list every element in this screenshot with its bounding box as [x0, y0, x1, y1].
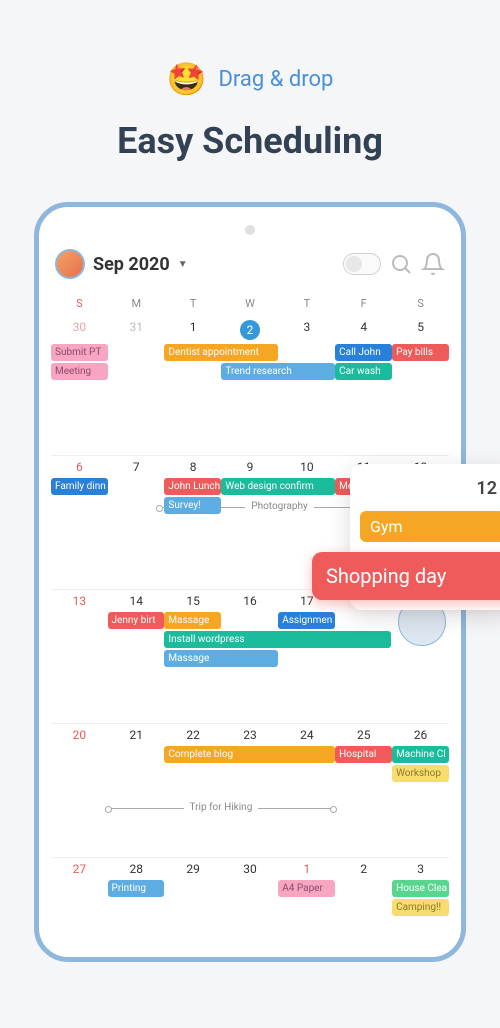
- month-title[interactable]: Sep 2020: [93, 254, 170, 275]
- event-paybills[interactable]: Pay bills: [392, 344, 449, 361]
- event-massage1[interactable]: Massage: [164, 612, 221, 629]
- popover-date: 12: [360, 474, 500, 503]
- event-john-lunch[interactable]: John Lunch: [164, 478, 221, 495]
- event-massage2[interactable]: Massage: [164, 650, 277, 667]
- event-webdesign[interactable]: Web design confirm: [221, 478, 334, 495]
- search-icon[interactable]: [389, 252, 413, 276]
- event-hospital[interactable]: Hospital: [335, 746, 392, 763]
- event-house[interactable]: House Clea: [392, 880, 449, 897]
- event-meeting[interactable]: Meeting: [51, 363, 108, 380]
- event-blog[interactable]: Complete blog: [164, 746, 334, 763]
- event-survey[interactable]: Survey!: [164, 497, 221, 514]
- event-a4paper[interactable]: A4 Paper: [278, 880, 335, 897]
- event-dentist[interactable]: Dentist appointment: [164, 344, 277, 361]
- tagline: Drag & drop: [218, 67, 333, 92]
- avatar[interactable]: [55, 249, 85, 279]
- page-title: Easy Scheduling: [0, 120, 500, 162]
- event-call-john[interactable]: Call John: [335, 344, 392, 361]
- camera-dot: [245, 225, 255, 235]
- span-hiking[interactable]: Trip for Hiking: [108, 808, 335, 822]
- event-family-dinner[interactable]: Family dinn: [51, 478, 108, 495]
- event-jenny[interactable]: Jenny birt: [108, 612, 165, 629]
- popover-event-gym[interactable]: Gym: [360, 511, 500, 542]
- week-4-dates[interactable]: 27282930123: [51, 858, 449, 880]
- day-headers: SMTWTFS: [51, 291, 449, 316]
- bell-icon[interactable]: [421, 252, 445, 276]
- event-assignment[interactable]: Assignmen: [278, 612, 335, 629]
- popover-event-shopping[interactable]: Shopping day: [312, 552, 500, 600]
- event-machine[interactable]: Machine Cl: [392, 746, 449, 763]
- event-camping[interactable]: Camping!!: [392, 899, 449, 916]
- highlight-toggle[interactable]: [343, 253, 381, 275]
- event-trend[interactable]: Trend research: [221, 363, 334, 380]
- event-printing[interactable]: Printing: [108, 880, 165, 897]
- day-popover[interactable]: 12 Gym Shopping day: [350, 464, 500, 610]
- event-workshop[interactable]: Workshop: [392, 765, 449, 782]
- chevron-down-icon[interactable]: ▼: [178, 259, 188, 270]
- event-submit-pt[interactable]: Submit PT: [51, 344, 108, 361]
- week-3-dates[interactable]: 20212223242526: [51, 724, 449, 746]
- event-install-wp[interactable]: Install wordpress: [164, 631, 391, 648]
- week-0-dates[interactable]: 303112345: [51, 316, 449, 344]
- star-emoji: 🤩: [167, 60, 207, 98]
- event-carwash[interactable]: Car wash: [335, 363, 392, 380]
